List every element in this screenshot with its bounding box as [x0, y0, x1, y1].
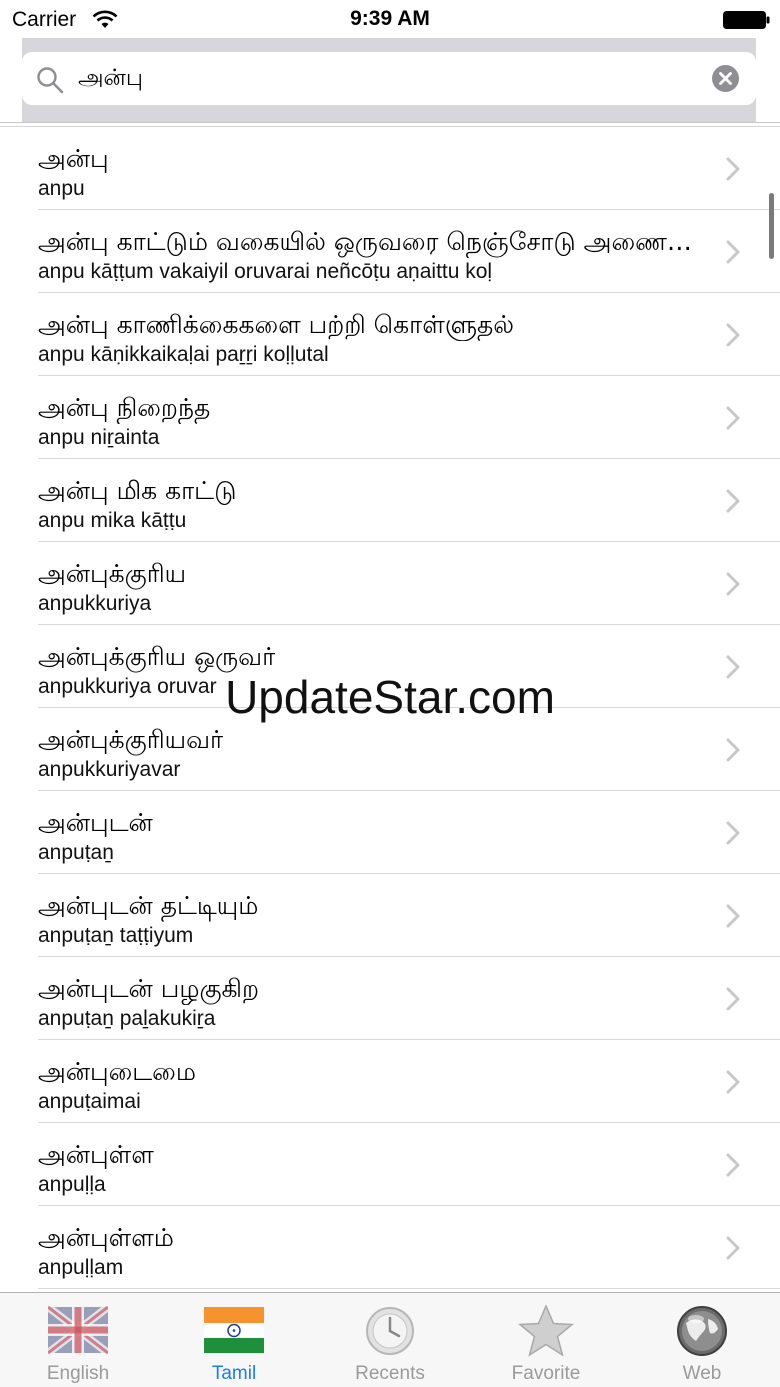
list-item[interactable]: அன்பு காட்டும் வகையில் ஒருவரை நெஞ்சோடு அ… [0, 210, 780, 293]
entry-tamil: அன்பு நிறைந்த [38, 393, 211, 422]
tab-label: English [46, 1363, 110, 1384]
entry-transliteration: anpuṭaṉ [38, 841, 114, 864]
entry-transliteration: anpuṭaimai [38, 1090, 141, 1113]
chevron-right-icon [726, 406, 740, 430]
entry-transliteration: anpu kāṭṭum vakaiyil oruvarai neñcōṭu aṇ… [38, 260, 493, 283]
entry-tamil: அன்புள்ளம் [38, 1223, 174, 1252]
result-list[interactable]: அன்பு anpu அன்பு காட்டும் வகையில் ஒருவரை ந… [0, 126, 780, 1292]
search-bar [22, 38, 756, 122]
list-item[interactable]: அன்பு நிறைந்த anpu niṟainta [0, 376, 780, 459]
chevron-right-icon [726, 1153, 740, 1177]
chevron-right-icon [726, 821, 740, 845]
list-item[interactable]: அன்புடைமை anpuṭaimai [0, 1040, 780, 1123]
chevron-right-icon [726, 987, 740, 1011]
list-item[interactable]: அன்புள்ள anpuḷḷa [0, 1123, 780, 1206]
chevron-right-icon [726, 572, 740, 596]
status-time: 9:39 AM [350, 7, 430, 30]
entry-transliteration: anpuṭaṉ taṭṭiyum [38, 924, 194, 947]
entry-transliteration: anpu [38, 177, 85, 200]
chevron-right-icon [726, 240, 740, 264]
tab-label: Recents [355, 1363, 425, 1384]
tab-web[interactable]: Web [624, 1293, 780, 1387]
list-item[interactable]: அன்புடன் பழகுகிற anpuṭaṉ paḻakukiṟa [0, 957, 780, 1040]
entry-tamil: அன்புடன் தட்டியும் [38, 891, 259, 920]
entry-tamil: அன்புடைமை [38, 1057, 196, 1086]
list-item[interactable]: அன்பு காணிக்கைகளை பற்றி கொள்ளுதல் anpu kā… [0, 293, 780, 376]
entry-tamil: அன்பு [38, 144, 109, 173]
divider [0, 122, 780, 123]
tab-favorite[interactable]: Favorite [468, 1293, 624, 1387]
chevron-right-icon [726, 904, 740, 928]
entry-tamil: அன்பு காணிக்கைகளை பற்றி கொள்ளுதல் [38, 310, 515, 339]
entry-transliteration: anpukkuriya [38, 592, 152, 615]
chevron-right-icon [726, 489, 740, 513]
list-item[interactable]: அன்புள்ளம் anpuḷḷam [0, 1206, 780, 1289]
list-item[interactable]: அன்புடன் தட்டியும் anpuṭaṉ taṭṭiyum [0, 874, 780, 957]
entry-transliteration: anpu mika kāṭṭu [38, 509, 187, 532]
entry-transliteration: anpu niṟainta [38, 426, 160, 449]
entry-transliteration: anpuṭaṉ paḻakukiṟa [38, 1007, 216, 1030]
star-icon [518, 1305, 574, 1357]
entry-transliteration: anpuḷḷa [38, 1173, 106, 1196]
entry-transliteration: anpuḷḷam [38, 1256, 124, 1279]
india-flag-icon [204, 1307, 264, 1353]
list-item[interactable]: அன்புக்குரிய ஒருவர் anpukkuriya oruvar [0, 625, 780, 708]
entry-tamil: அன்புக்குரிய ஒருவர் [38, 642, 276, 671]
clear-search-icon[interactable] [712, 65, 739, 92]
search-icon [37, 67, 64, 94]
clock-icon [366, 1307, 414, 1355]
list-item[interactable]: அன்பு anpu [0, 127, 780, 210]
entry-tamil: அன்புக்குரிய [38, 559, 187, 588]
tab-label: Web [682, 1363, 722, 1384]
list-item[interactable]: அன்புக்குரிய anpukkuriya [0, 542, 780, 625]
list-item[interactable]: அன்புக்குரியவர் anpukkuriyavar [0, 708, 780, 791]
tab-label: Tamil [211, 1363, 257, 1384]
chevron-right-icon [726, 157, 740, 181]
chevron-right-icon [726, 655, 740, 679]
chevron-right-icon [726, 1070, 740, 1094]
entry-tamil: அன்புடன் பழகுகிற [38, 974, 260, 1003]
battery-icon [723, 11, 770, 29]
entry-transliteration: anpu kāṇikkaikaḷai paṟṟi koḷḷutal [38, 343, 329, 366]
tab-english[interactable]: English [0, 1293, 156, 1387]
chevron-right-icon [726, 1236, 740, 1260]
entry-transliteration: anpukkuriya oruvar [38, 675, 217, 698]
scroll-indicator[interactable] [769, 193, 774, 259]
chevron-right-icon [726, 738, 740, 762]
entry-tamil: அன்புக்குரியவர் [38, 725, 224, 754]
entry-tamil: அன்பு காட்டும் வகையில் ஒருவரை நெஞ்சோடு அ… [38, 227, 698, 256]
entry-transliteration: anpukkuriyavar [38, 758, 181, 781]
uk-flag-icon [48, 1305, 108, 1357]
tab-tamil[interactable]: Tamil [156, 1293, 312, 1387]
globe-icon [677, 1306, 727, 1356]
list-item[interactable]: அன்பு மிக காட்டு anpu mika kāṭṭu [0, 459, 780, 542]
search-input[interactable] [78, 52, 698, 105]
search-field[interactable] [22, 52, 756, 105]
tab-label: Favorite [511, 1363, 581, 1384]
entry-tamil: அன்பு மிக காட்டு [38, 476, 237, 505]
entry-tamil: அன்புடன் [38, 808, 153, 837]
entry-tamil: அன்புள்ள [38, 1140, 154, 1169]
tab-bar: English Tamil Recents Favorite Web [0, 1292, 780, 1387]
list-item[interactable]: அன்புடன் anpuṭaṉ [0, 791, 780, 874]
tab-recents[interactable]: Recents [312, 1293, 468, 1387]
chevron-right-icon [726, 323, 740, 347]
status-bar: Carrier 9:39 AM [0, 0, 780, 40]
